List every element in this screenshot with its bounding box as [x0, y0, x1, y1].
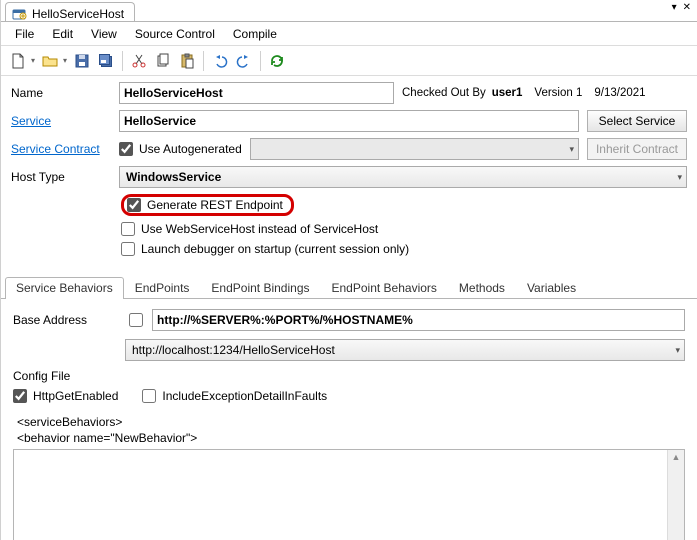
status-meta: Checked Out By user1 Version 1 9/13/2021: [402, 87, 687, 99]
http-get-enabled-checkbox[interactable]: [13, 389, 27, 403]
generate-rest-endpoint-checkbox[interactable]: [127, 198, 141, 212]
scroll-up-icon[interactable]: ▲: [672, 452, 681, 462]
menu-bar: File Edit View Source Control Compile: [1, 22, 697, 46]
service-link[interactable]: Service: [11, 114, 111, 128]
name-label: Name: [11, 86, 111, 100]
document-tab-row: HelloServiceHost ▾ ✕: [1, 0, 697, 22]
tab-methods[interactable]: Methods: [448, 277, 516, 299]
open-folder-icon[interactable]: [39, 50, 61, 72]
scrollbar[interactable]: ▲ ▼: [667, 450, 684, 540]
menu-edit[interactable]: Edit: [44, 24, 81, 44]
include-exception-checkbox[interactable]: [142, 389, 156, 403]
panel-service-behaviors: Base Address http://localhost:1234/Hello…: [1, 299, 697, 540]
menu-file[interactable]: File: [7, 24, 42, 44]
version-label: Version 1: [534, 87, 582, 99]
host-type-combo[interactable]: WindowsService ▾: [119, 166, 687, 188]
document-tab[interactable]: HelloServiceHost: [5, 2, 135, 22]
base-address-template-input[interactable]: [152, 309, 685, 331]
launch-debugger-label: Launch debugger on startup (current sess…: [141, 242, 409, 256]
use-webservicehost-checkbox[interactable]: [121, 222, 135, 236]
host-type-label: Host Type: [11, 170, 111, 184]
select-service-button[interactable]: Select Service: [587, 110, 687, 132]
toolbar: ▾ ▾: [1, 46, 697, 76]
tab-endpoint-bindings[interactable]: EndPoint Bindings: [200, 277, 320, 299]
http-get-enabled-label: HttpGetEnabled: [33, 389, 118, 403]
tab-service-behaviors[interactable]: Service Behaviors: [5, 277, 124, 299]
name-input[interactable]: [119, 82, 394, 104]
config-file-label: Config File: [13, 369, 685, 383]
date-label: 9/13/2021: [594, 87, 645, 99]
base-address-concrete-combo[interactable]: http://localhost:1234/HelloServiceHost ▾: [125, 339, 685, 361]
tab-endpoint-behaviors[interactable]: EndPoint Behaviors: [321, 277, 448, 299]
base-address-label: Base Address: [13, 313, 113, 327]
refresh-icon[interactable]: [266, 50, 288, 72]
form-area: Name Checked Out By user1 Version 1 9/13…: [1, 76, 697, 266]
checked-out-by-label: Checked Out By: [402, 87, 486, 99]
tab-strip: Service Behaviors EndPoints EndPoint Bin…: [1, 266, 697, 299]
inherit-contract-button: Inherit Contract: [587, 138, 687, 160]
open-folder-dropdown[interactable]: ▾: [61, 56, 69, 65]
menu-view[interactable]: View: [83, 24, 125, 44]
paste-icon[interactable]: [176, 50, 198, 72]
checked-out-by-value: user1: [492, 87, 523, 99]
use-autogenerated-checkbox[interactable]: [119, 142, 133, 156]
menu-compile[interactable]: Compile: [225, 24, 285, 44]
window-close-icon[interactable]: ✕: [683, 3, 691, 13]
save-icon[interactable]: [71, 50, 93, 72]
xml-line-1: <serviceBehaviors>: [17, 415, 685, 429]
use-autogenerated-label: Use Autogenerated: [139, 142, 242, 156]
new-file-icon[interactable]: [7, 50, 29, 72]
host-type-value: WindowsService: [126, 170, 221, 184]
behavior-xml-textarea[interactable]: ▲ ▼: [13, 449, 685, 540]
base-address-concrete-value: http://localhost:1234/HelloServiceHost: [132, 343, 335, 357]
menu-source-control[interactable]: Source Control: [127, 24, 223, 44]
xml-line-2: <behavior name="NewBehavior">: [17, 431, 685, 445]
new-file-dropdown[interactable]: ▾: [29, 56, 37, 65]
redo-icon[interactable]: [233, 50, 255, 72]
include-exception-label: IncludeExceptionDetailInFaults: [162, 389, 327, 403]
tab-variables[interactable]: Variables: [516, 277, 587, 299]
window-menu-caret-icon[interactable]: ▾: [672, 3, 677, 13]
copy-icon[interactable]: [152, 50, 174, 72]
servicehost-icon: [12, 7, 28, 21]
tab-endpoints[interactable]: EndPoints: [124, 277, 201, 299]
use-webservicehost-label: Use WebServiceHost instead of ServiceHos…: [141, 222, 378, 236]
chevron-down-icon: ▾: [677, 172, 682, 183]
base-address-template-checkbox[interactable]: [129, 313, 143, 327]
save-all-icon[interactable]: [95, 50, 117, 72]
chevron-down-icon: ▾: [675, 345, 680, 356]
generate-rest-endpoint-label: Generate REST Endpoint: [147, 198, 283, 212]
service-contract-link[interactable]: Service Contract: [11, 142, 111, 156]
cut-icon[interactable]: [128, 50, 150, 72]
launch-debugger-checkbox[interactable]: [121, 242, 135, 256]
generate-rest-endpoint-highlight: Generate REST Endpoint: [121, 194, 294, 216]
document-tab-title: HelloServiceHost: [32, 7, 124, 21]
service-input[interactable]: [119, 110, 579, 132]
undo-icon[interactable]: [209, 50, 231, 72]
service-contract-combo: ▾: [250, 138, 579, 160]
